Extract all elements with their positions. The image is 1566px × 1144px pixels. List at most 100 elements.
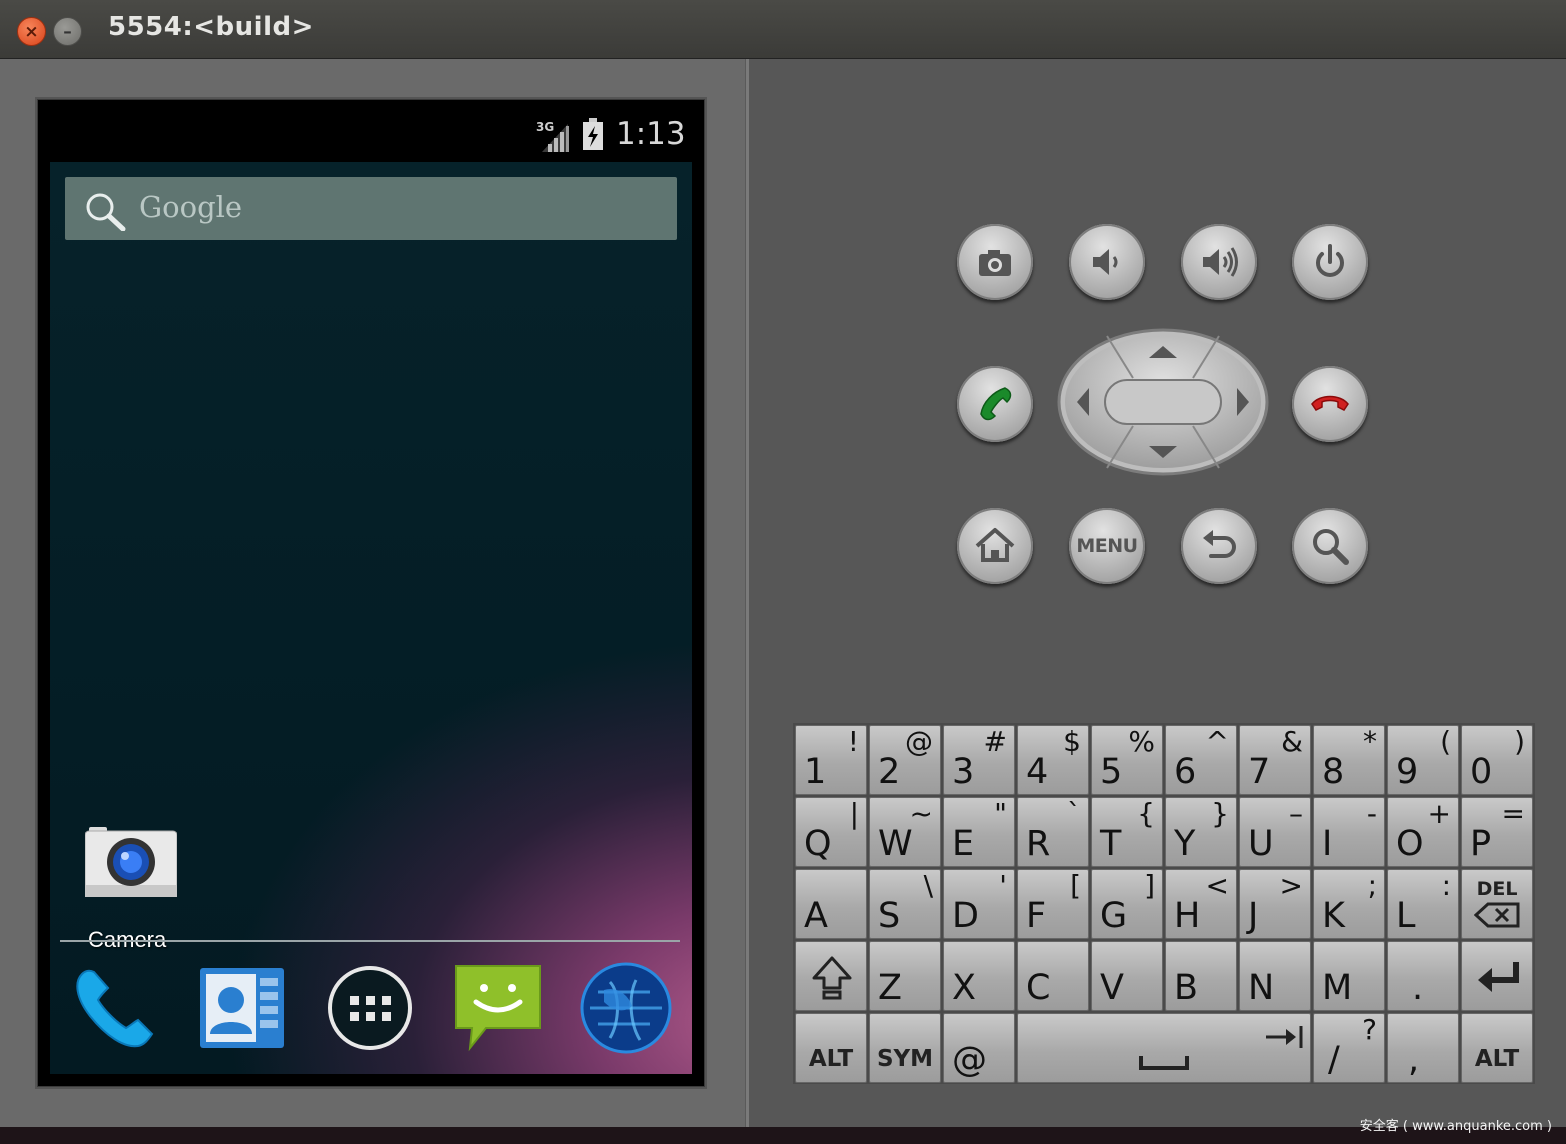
desktop-bottom-bar (0, 1127, 1566, 1144)
key-9[interactable]: 9( (1387, 725, 1459, 795)
browser-icon[interactable] (580, 962, 672, 1054)
key-p[interactable]: P = (1461, 797, 1533, 867)
key-period[interactable]: . (1387, 941, 1459, 1011)
volume-down-button[interactable] (1069, 224, 1145, 300)
key-q[interactable]: Q | (795, 797, 867, 867)
key-3[interactable]: 3 # (943, 725, 1015, 795)
key-f[interactable]: F[ (1017, 869, 1089, 939)
space-key[interactable] (1017, 1013, 1311, 1083)
dock-divider (60, 940, 680, 942)
delete-key[interactable]: DEL (1461, 869, 1533, 939)
watermark: 安全客 ( www.anquanke.com ) (1359, 1119, 1552, 1134)
home-screen[interactable]: Google Camera (50, 162, 692, 1074)
signal-icon (542, 124, 569, 152)
alt-right-key[interactable]: ALT (1461, 1013, 1533, 1083)
back-button[interactable] (1181, 508, 1257, 584)
key-5[interactable]: 5% (1091, 725, 1163, 795)
home-button[interactable] (957, 508, 1033, 584)
power-icon (1316, 244, 1344, 277)
key-k[interactable]: K; (1313, 869, 1385, 939)
close-icon: × (24, 21, 39, 42)
contacts-icon[interactable] (196, 962, 288, 1054)
window-title: 5554:<build> (108, 12, 314, 42)
key-r[interactable]: R ` (1017, 797, 1089, 867)
key-at[interactable]: @ (943, 1013, 1015, 1083)
call-button[interactable] (957, 366, 1033, 442)
key-2[interactable]: 2 @ (869, 725, 941, 795)
qwerty-keyboard: 1! 2 @ 3 # 4 $ 5% 6 ^ 7 & 8 * 9( 0) Q | W ~ E " R… (793, 723, 1535, 1084)
key-0[interactable]: 0) (1461, 725, 1533, 795)
key-8[interactable]: 8 * (1313, 725, 1385, 795)
key-u[interactable]: U – (1239, 797, 1311, 867)
home-icon (975, 528, 1015, 562)
key-j[interactable]: J > (1239, 869, 1311, 939)
backspace-icon (1474, 902, 1520, 928)
status-clock: 1:13 (616, 116, 686, 152)
end-call-icon (1311, 395, 1349, 411)
key-4[interactable]: 4 $ (1017, 725, 1089, 795)
window-titlebar: × – 5554:<build> (0, 0, 1566, 59)
key-c[interactable]: C (1017, 941, 1089, 1011)
enter-key[interactable] (1461, 941, 1533, 1011)
search-icon (1313, 529, 1349, 565)
messaging-icon[interactable] (452, 962, 544, 1054)
key-s[interactable]: S \ (869, 869, 941, 939)
key-1[interactable]: 1! (795, 725, 867, 795)
key-v[interactable]: V (1091, 941, 1163, 1011)
minimize-icon: – (63, 21, 72, 42)
back-icon (1203, 530, 1236, 558)
key-g[interactable]: G] (1091, 869, 1163, 939)
key-i[interactable]: I- (1313, 797, 1385, 867)
key-l[interactable]: L: (1387, 869, 1459, 939)
key-z[interactable]: Z (869, 941, 941, 1011)
app-dock (50, 952, 692, 1062)
tab-icon (1266, 1026, 1303, 1048)
app-drawer-icon[interactable] (324, 962, 416, 1054)
phone-icon[interactable] (68, 962, 160, 1054)
space-icon (1139, 1056, 1189, 1070)
key-y[interactable]: Y} (1165, 797, 1237, 867)
key-6[interactable]: 6 ^ (1165, 725, 1237, 795)
power-button[interactable] (1292, 224, 1368, 300)
key-slash[interactable]: /? (1313, 1013, 1385, 1083)
search-hardware-button[interactable] (1292, 508, 1368, 584)
minimize-window-button[interactable]: – (53, 17, 82, 46)
key-m[interactable]: M (1313, 941, 1385, 1011)
call-icon (980, 387, 1012, 421)
volume-down-icon (1093, 249, 1118, 275)
alt-left-key[interactable]: ALT (795, 1013, 867, 1083)
search-icon (86, 193, 126, 231)
sym-key[interactable]: SYM (869, 1013, 941, 1083)
dpad[interactable] (1057, 328, 1269, 476)
device-screen[interactable]: 3G 1:13 Google Camera (37, 99, 705, 1087)
key-d[interactable]: D ' (943, 869, 1015, 939)
google-search-bar[interactable]: Google (65, 177, 677, 240)
key-7[interactable]: 7 & (1239, 725, 1311, 795)
key-e[interactable]: E " (943, 797, 1015, 867)
status-bar: 3G 1:13 (38, 100, 704, 162)
menu-label: MENU (1076, 535, 1138, 557)
key-comma[interactable]: , (1387, 1013, 1459, 1083)
key-n[interactable]: N (1239, 941, 1311, 1011)
delete-label: DEL (1476, 878, 1518, 900)
volume-up-icon (1203, 247, 1238, 277)
key-b[interactable]: B (1165, 941, 1237, 1011)
key-a[interactable]: A (795, 869, 867, 939)
close-window-button[interactable]: × (17, 17, 46, 46)
enter-icon (1478, 962, 1519, 992)
key-h[interactable]: H < (1165, 869, 1237, 939)
shift-key[interactable] (795, 941, 867, 1011)
key-t[interactable]: T{ (1091, 797, 1163, 867)
search-placeholder: Google (139, 190, 243, 224)
end-call-button[interactable] (1292, 366, 1368, 442)
key-w[interactable]: W ~ (869, 797, 941, 867)
dpad-center-button (1104, 379, 1222, 425)
menu-button[interactable]: MENU (1069, 508, 1145, 584)
key-o[interactable]: O + (1387, 797, 1459, 867)
battery-charging-icon (583, 118, 603, 150)
camera-app-icon[interactable] (85, 825, 177, 897)
key-x[interactable]: X (943, 941, 1015, 1011)
camera-hardware-button[interactable] (957, 224, 1033, 300)
shift-icon (812, 956, 852, 1000)
volume-up-button[interactable] (1181, 224, 1257, 300)
